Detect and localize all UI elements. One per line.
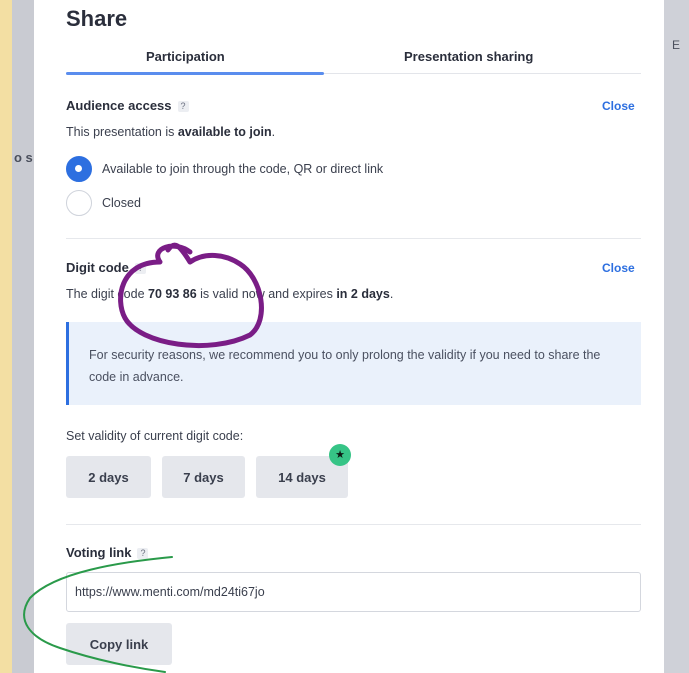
validity-2-days-button[interactable]: 2 days [66, 456, 151, 498]
backdrop-text-fragment-right: E [672, 38, 681, 52]
radio-available-label: Available to join through the code, QR o… [102, 162, 384, 176]
copy-link-button[interactable]: Copy link [66, 623, 172, 665]
digit-code-close-button[interactable]: Close [602, 261, 635, 275]
help-icon[interactable]: ? [137, 548, 149, 559]
radio-button-selected[interactable] [66, 156, 92, 182]
tab-bar: Participation Presentation sharing [66, 45, 641, 77]
section-divider [66, 238, 641, 239]
voting-link-title: Voting link [66, 545, 132, 560]
backdrop-right: E [664, 0, 689, 673]
audience-access-close-button[interactable]: Close [602, 99, 635, 113]
star-icon: ★ [329, 444, 351, 466]
audience-access-status: This presentation is available to join. [66, 125, 275, 139]
digit-code-suffix: . [389, 287, 394, 301]
audience-access-title: Audience access [66, 98, 172, 113]
status-suffix: . [271, 125, 276, 139]
radio-button[interactable] [66, 190, 92, 216]
active-tab-indicator [66, 72, 324, 75]
security-info-box: For security reasons, we recommend you t… [66, 322, 641, 405]
modal-title: Share [66, 6, 128, 31]
digit-code-heading: Digit code? [66, 260, 146, 275]
voting-link-heading: Voting link? [66, 545, 149, 560]
digit-code-status: The digit code 70 93 86 is valid now and… [66, 287, 393, 301]
digit-code-title: Digit code [66, 260, 129, 275]
share-modal: Share Participation Presentation sharing… [34, 0, 664, 673]
status-prefix: This presentation is [66, 125, 178, 139]
audience-access-heading: Audience access? [66, 98, 189, 113]
digit-code-value: 70 93 86 [148, 287, 197, 301]
digit-code-prefix: The digit code [66, 287, 148, 301]
radio-available[interactable]: Available to join through the code, QR o… [66, 156, 383, 182]
validity-7-days-button[interactable]: 7 days [162, 456, 245, 498]
radio-closed-label: Closed [102, 196, 141, 210]
voting-link-input[interactable] [66, 572, 641, 612]
security-info-text: For security reasons, we recommend you t… [89, 348, 601, 384]
digit-code-middle: is valid now and expires [196, 287, 337, 301]
backdrop-text-fragment: o s [14, 150, 33, 165]
section-divider [66, 524, 641, 525]
help-icon[interactable]: ? [177, 101, 189, 112]
tab-participation[interactable]: Participation [146, 49, 225, 64]
validity-label: Set validity of current digit code: [66, 429, 244, 443]
radio-closed[interactable]: Closed [66, 190, 141, 216]
tab-presentation-sharing[interactable]: Presentation sharing [404, 49, 533, 64]
help-icon[interactable]: ? [134, 263, 146, 274]
status-value: available to join [177, 125, 272, 139]
digit-code-expiry: in 2 days [336, 287, 390, 301]
backdrop-left: o s [12, 0, 34, 673]
